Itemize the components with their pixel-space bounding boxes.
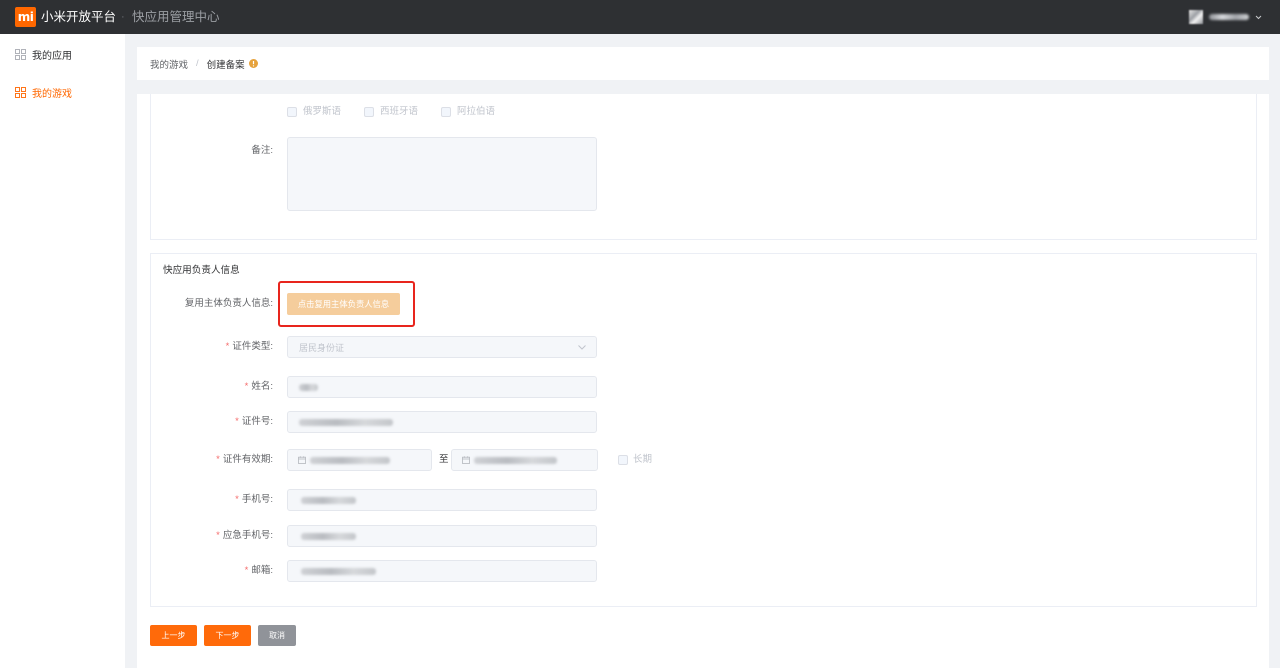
- language-checkbox-group: 俄罗斯语 西班牙语 阿拉伯语: [287, 107, 518, 117]
- required-mark: *: [216, 454, 220, 465]
- date-range-separator: 至: [439, 454, 449, 465]
- redacted-value: [301, 532, 356, 540]
- id-type-label-text: 证件类型:: [232, 341, 273, 352]
- emergency-phone-row: * 应急手机号:: [151, 525, 1256, 547]
- breadcrumb: 我的游戏 / 创建备案: [137, 47, 1269, 80]
- id-number-input[interactable]: [287, 411, 597, 433]
- checkbox[interactable]: [364, 107, 374, 117]
- calendar-icon: [298, 456, 306, 464]
- id-number-label: * 证件号:: [151, 411, 273, 433]
- sidebar-item-label: 我的应用: [32, 50, 72, 62]
- validity-label-text: 证件有效期:: [222, 454, 273, 465]
- sidebar-item-label: 我的游戏: [32, 88, 72, 100]
- reuse-owner-button[interactable]: 点击复用主体负责人信息: [287, 293, 400, 315]
- email-row: * 邮箱:: [151, 560, 1256, 582]
- email-label-text: 邮箱:: [251, 565, 273, 576]
- chevron-down-icon: [578, 344, 586, 350]
- chevron-down-icon: [1255, 14, 1262, 20]
- checkbox[interactable]: [287, 107, 297, 117]
- long-term-checkbox[interactable]: [618, 455, 628, 465]
- checkbox[interactable]: [441, 107, 451, 117]
- email-input[interactable]: [287, 560, 597, 582]
- redacted-value: [474, 456, 557, 464]
- app-subtitle: 快应用管理中心: [132, 10, 220, 24]
- calendar-icon: [462, 456, 470, 464]
- breadcrumb-create-record: 创建备案: [206, 59, 245, 71]
- emergency-phone-label: * 应急手机号:: [151, 525, 273, 547]
- id-number-row: * 证件号:: [151, 411, 1256, 433]
- emergency-phone-label-text: 应急手机号:: [222, 530, 273, 541]
- apps-grid-icon: [15, 48, 26, 60]
- next-step-button[interactable]: 下一步: [204, 625, 251, 646]
- remark-textarea[interactable]: [287, 137, 597, 211]
- language-option-arabic[interactable]: 阿拉伯语: [441, 107, 518, 117]
- required-mark: *: [235, 416, 239, 427]
- redacted-value: [299, 383, 318, 391]
- breadcrumb-separator: /: [196, 58, 199, 69]
- sidebar-item-my-apps[interactable]: 我的应用: [0, 39, 125, 69]
- redacted-value: [301, 567, 376, 575]
- language-option-russian[interactable]: 俄罗斯语: [287, 107, 364, 117]
- required-mark: *: [235, 494, 239, 505]
- id-type-value: 居民身份证: [299, 342, 345, 353]
- validity-row: * 证件有效期: 至 长期: [151, 449, 1256, 471]
- avatar: [1189, 10, 1203, 24]
- redacted-value: [299, 418, 393, 426]
- redacted-value: [310, 456, 390, 464]
- validity-start-date[interactable]: [287, 449, 432, 471]
- validity-end-date[interactable]: [451, 449, 598, 471]
- brand-separator: ·: [121, 11, 125, 23]
- name-input[interactable]: [287, 376, 597, 398]
- phone-label-text: 手机号:: [241, 494, 273, 505]
- name-label: * 姓名:: [151, 376, 273, 398]
- validity-label: * 证件有效期:: [151, 449, 273, 471]
- id-type-label: * 证件类型:: [151, 336, 273, 358]
- cancel-button[interactable]: 取消: [258, 625, 296, 646]
- form-content: 俄罗斯语 西班牙语 阿拉伯语 备注: 快应用负责人信息 复用主体负责人信息: 点…: [137, 94, 1269, 668]
- redacted-value: [301, 496, 356, 504]
- checkbox-label: 俄罗斯语: [303, 106, 342, 117]
- redacted-username: [1209, 14, 1249, 20]
- owner-info-section: 快应用负责人信息 复用主体负责人信息: 点击复用主体负责人信息 * 证件类型: 居…: [150, 253, 1257, 607]
- reuse-owner-label: 复用主体负责人信息:: [184, 298, 273, 309]
- checkbox-label: 西班牙语: [380, 106, 419, 117]
- sidebar-item-my-games[interactable]: 我的游戏: [0, 77, 125, 107]
- breadcrumb-my-games[interactable]: 我的游戏: [150, 57, 188, 71]
- section-title: 快应用负责人信息: [163, 265, 240, 276]
- checkbox-label: 阿拉伯语: [457, 106, 496, 117]
- required-mark: *: [225, 341, 230, 352]
- top-bar: mi 小米开放平台 · 快应用管理中心: [0, 0, 1280, 34]
- email-label: * 邮箱:: [151, 560, 273, 582]
- language-remark-section: 俄罗斯语 西班牙语 阿拉伯语 备注:: [150, 94, 1257, 240]
- required-mark: *: [216, 530, 220, 541]
- phone-row: * 手机号:: [151, 489, 1256, 511]
- reuse-owner-row: 复用主体负责人信息: 点击复用主体负责人信息: [151, 293, 1256, 315]
- brand-title[interactable]: 小米开放平台: [41, 0, 116, 34]
- id-type-row: * 证件类型: 居民身份证: [151, 336, 1256, 358]
- name-label-text: 姓名:: [251, 381, 273, 392]
- required-mark: *: [244, 381, 249, 392]
- apps-grid-icon: [15, 86, 26, 98]
- app-root: mi 小米开放平台 · 快应用管理中心 我的应用 我的游戏 我的游戏 / 创建备…: [0, 0, 1280, 668]
- remark-label: 备注:: [251, 145, 273, 156]
- xiaomi-logo[interactable]: mi: [15, 7, 36, 27]
- phone-label: * 手机号:: [151, 489, 273, 511]
- sidebar: 我的应用 我的游戏: [0, 34, 125, 668]
- name-row: * 姓名:: [151, 376, 1256, 398]
- warning-circle-icon[interactable]: [248, 59, 258, 68]
- emergency-phone-input[interactable]: [287, 525, 597, 547]
- long-term-label[interactable]: 长期: [633, 449, 652, 471]
- prev-step-button[interactable]: 上一步: [150, 625, 197, 646]
- id-type-select[interactable]: 居民身份证: [287, 336, 597, 358]
- required-mark: *: [244, 565, 249, 576]
- form-actions: 上一步 下一步 取消: [150, 625, 296, 646]
- language-option-spanish[interactable]: 西班牙语: [364, 107, 441, 117]
- user-menu[interactable]: [1189, 9, 1265, 25]
- id-number-label-text: 证件号:: [241, 416, 273, 427]
- phone-input[interactable]: [287, 489, 597, 511]
